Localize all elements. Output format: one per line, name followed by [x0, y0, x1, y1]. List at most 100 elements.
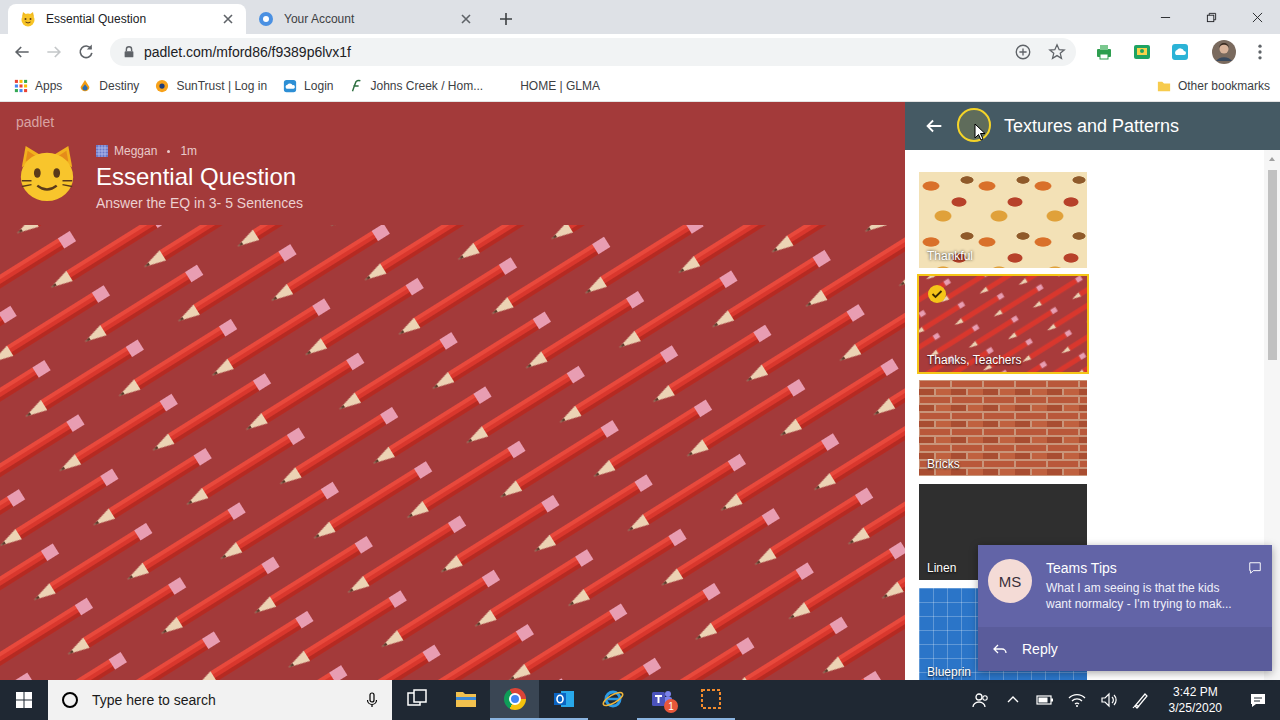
taskbar-app[interactable] [441, 680, 490, 720]
padlet-title: Essential Question [96, 163, 303, 192]
outlook-icon [552, 687, 576, 711]
taskbar-app[interactable] [686, 680, 735, 720]
start-button[interactable] [0, 680, 48, 720]
address-bar[interactable]: padlet.com/mford86/f9389p6lvx1f [110, 38, 1076, 66]
file-explorer-icon [454, 687, 478, 711]
taskbar-app[interactable]: 1 [637, 680, 686, 720]
texture-name: Bricks [927, 457, 960, 471]
install-icon[interactable] [1014, 43, 1032, 61]
taskbar-app[interactable] [588, 680, 637, 720]
browser-tab[interactable]: Your Account [246, 4, 484, 34]
new-tab-icon[interactable] [498, 11, 514, 27]
profile-avatar-icon[interactable] [1212, 40, 1236, 64]
clock-time: 3:42 PM [1173, 684, 1218, 700]
volume-icon[interactable] [1099, 690, 1119, 710]
notification-message: What I am seeing is that the kids want n… [1046, 580, 1234, 612]
bookmark[interactable]: Destiny [78, 79, 139, 93]
bookmark[interactable]: Login [283, 79, 333, 93]
bookmark-label: HOME | GLMA [520, 79, 600, 93]
reload-icon[interactable] [74, 40, 98, 64]
minimize-button[interactable] [1142, 0, 1188, 34]
tab-bar: Essential Question Your Account [0, 0, 1280, 34]
browser-tab[interactable]: Essential Question [8, 4, 246, 34]
check-icon [927, 284, 947, 304]
other-bookmarks[interactable]: Other bookmarks [1157, 79, 1270, 93]
close-window-button[interactable] [1234, 0, 1280, 34]
bookmark-label: Other bookmarks [1178, 79, 1270, 93]
snipping-tool-icon [699, 687, 723, 711]
url-text: padlet.com/mford86/f9389p6lvx1f [144, 44, 351, 60]
login-cloud-icon [283, 79, 297, 93]
close-icon[interactable] [458, 11, 474, 27]
texture-option[interactable]: Bricks [919, 380, 1087, 476]
padlet-description: Answer the EQ in 3- 5 Sentences [96, 195, 303, 211]
chat-icon[interactable] [1248, 561, 1262, 575]
padlet-brand[interactable]: padlet [16, 114, 889, 130]
search-box[interactable]: Type here to search [48, 680, 392, 720]
padlet-board: padlet Meggan 1m Essential Question Answer t… [0, 102, 905, 680]
scroll-thumb[interactable] [1268, 170, 1277, 360]
scroll-up-icon[interactable] [1267, 154, 1277, 164]
reply-button[interactable]: Reply [978, 627, 1272, 671]
texture-option[interactable]: Thankful [919, 172, 1087, 268]
sender-avatar: MS [988, 559, 1032, 603]
back-arrow-icon[interactable] [10, 40, 34, 64]
texture-name: Blueprin [927, 665, 971, 679]
show-hidden-icons-icon[interactable] [1003, 690, 1023, 710]
post-age: 1m [180, 144, 197, 158]
texture-name: Linen [927, 561, 956, 575]
classroom-extension-icon[interactable] [1132, 42, 1152, 62]
texture-option[interactable]: Thanks, Teachers [919, 276, 1087, 372]
bookmark-label: Apps [35, 79, 62, 93]
cortana-icon [60, 690, 80, 710]
texture-name: Thankful [927, 249, 973, 263]
cat-favicon-icon [20, 11, 36, 27]
notification-title: Teams Tips [1046, 560, 1234, 576]
bookmarks-bar: Apps Destiny SunTrust | Log in Login Johns C… [0, 70, 1280, 102]
taskbar-app[interactable] [539, 680, 588, 720]
bookmark[interactable]: HOME | GLMA [499, 79, 600, 93]
account-favicon-icon [258, 11, 274, 27]
teams-notification[interactable]: MS Teams Tips What I am seeing is that the… [978, 545, 1272, 671]
texture-name: Thanks, Teachers [927, 353, 1022, 367]
author-name[interactable]: Meggan [114, 144, 157, 158]
reply-label: Reply [1022, 641, 1058, 657]
close-icon[interactable] [220, 11, 236, 27]
internet-explorer-icon [601, 687, 625, 711]
microphone-icon[interactable] [364, 692, 380, 708]
pen-workspace-icon[interactable] [1131, 690, 1151, 710]
panel-title: Textures and Patterns [1004, 116, 1179, 137]
people-icon[interactable] [971, 690, 991, 710]
bookmark[interactable]: Johns Creek / Hom... [349, 79, 483, 93]
menu-dots-icon[interactable] [1248, 40, 1272, 64]
reply-arrow-icon [992, 641, 1008, 657]
post-meta: Meggan 1m [96, 144, 303, 158]
star-icon[interactable] [1048, 43, 1066, 61]
taskbar-app[interactable] [392, 680, 441, 720]
school-logo-icon [349, 79, 363, 93]
tab-title: Your Account [284, 12, 448, 26]
bookmark-label: Destiny [99, 79, 139, 93]
author-avatar-icon [96, 145, 108, 157]
back-arrow-icon[interactable] [923, 115, 945, 137]
folder-icon [1157, 79, 1171, 93]
toolbar: padlet.com/mford86/f9389p6lvx1f [0, 34, 1280, 70]
action-center-icon[interactable] [1248, 690, 1268, 710]
apps-grid-icon [14, 79, 28, 93]
clock[interactable]: 3:42 PM3/25/2020 [1163, 684, 1228, 716]
task-view-icon [405, 687, 429, 711]
cloud-extension-icon[interactable] [1170, 42, 1190, 62]
bookmark[interactable]: SunTrust | Log in [155, 79, 267, 93]
destiny-logo-icon [78, 79, 92, 93]
battery-icon[interactable] [1035, 690, 1055, 710]
system-tray: 3:42 PM3/25/2020 [971, 680, 1280, 720]
separator-dot [167, 150, 170, 153]
bookmark-label: SunTrust | Log in [176, 79, 267, 93]
restore-button[interactable] [1188, 0, 1234, 34]
network-icon[interactable] [1067, 690, 1087, 710]
mouse-cursor-icon [974, 123, 986, 141]
forward-arrow-icon[interactable] [42, 40, 66, 64]
printer-extension-icon[interactable] [1094, 42, 1114, 62]
taskbar-app[interactable] [490, 680, 539, 720]
bookmark[interactable]: Apps [14, 79, 62, 93]
